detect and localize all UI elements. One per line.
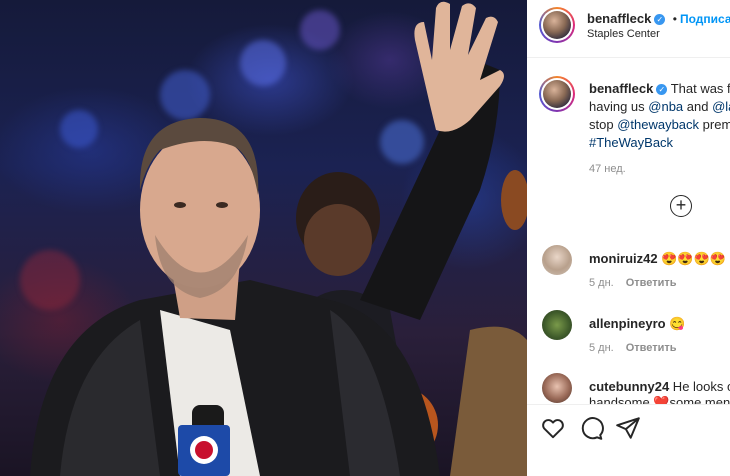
add-comment-plus-icon[interactable]: + [670,195,692,217]
commenter-username[interactable]: cutebunny24 [589,379,669,394]
caption-text: prem [699,117,730,132]
mention-link[interactable]: @thewayback [617,117,699,132]
caption-text: having us [589,99,649,114]
caption-text: and [683,99,713,114]
mention-link[interactable]: @nba [648,99,683,114]
commenter-username[interactable]: allenpineyro [589,316,666,331]
post-action-bar [527,404,730,476]
caption-text: stop [589,117,618,132]
post-time[interactable]: 47 нед. [589,160,730,178]
caption-author-avatar[interactable] [539,76,575,112]
commenter-avatar[interactable] [542,310,572,340]
verified-badge-icon: ✓ [656,84,668,95]
post-caption: benaffleck✓ That was fu having us @nba a… [589,80,730,178]
commenter-avatar[interactable] [542,245,572,275]
heart-icon[interactable] [540,415,566,441]
post-sidebar: benaffleck✓ •Подписаться Staples Center … [527,0,730,476]
comment-icon[interactable] [578,415,604,441]
hashtag-link[interactable]: #TheWayBack [589,135,673,150]
follow-button[interactable]: Подписаться [680,12,730,26]
header-separator: • [672,12,677,26]
caption-text: That was fu [670,81,730,96]
author-username[interactable]: benaffleck [587,11,651,26]
main-person [30,1,504,476]
reply-button[interactable]: Ответить [626,342,677,354]
location-link[interactable]: Staples Center [587,28,660,40]
post-header: benaffleck✓ •Подписаться Staples Center [527,0,730,58]
share-icon[interactable] [615,415,641,441]
comment-time[interactable]: 5 дн. [589,277,614,289]
verified-badge-icon: ✓ [654,14,666,25]
author-avatar[interactable] [539,7,575,43]
reply-button[interactable]: Ответить [626,277,677,289]
comment-time[interactable]: 5 дн. [589,342,614,354]
commenter-username[interactable]: moniruiz42 [589,251,658,266]
comment-text: 😍😍😍😍 [657,251,726,266]
caption-username[interactable]: benaffleck [589,81,653,96]
comment-text: He looks o [669,379,730,394]
comment-text: 😋 [665,316,686,331]
mention-link[interactable]: @la [712,99,730,114]
post-photo[interactable] [0,0,527,476]
commenter-avatar[interactable] [542,373,572,403]
